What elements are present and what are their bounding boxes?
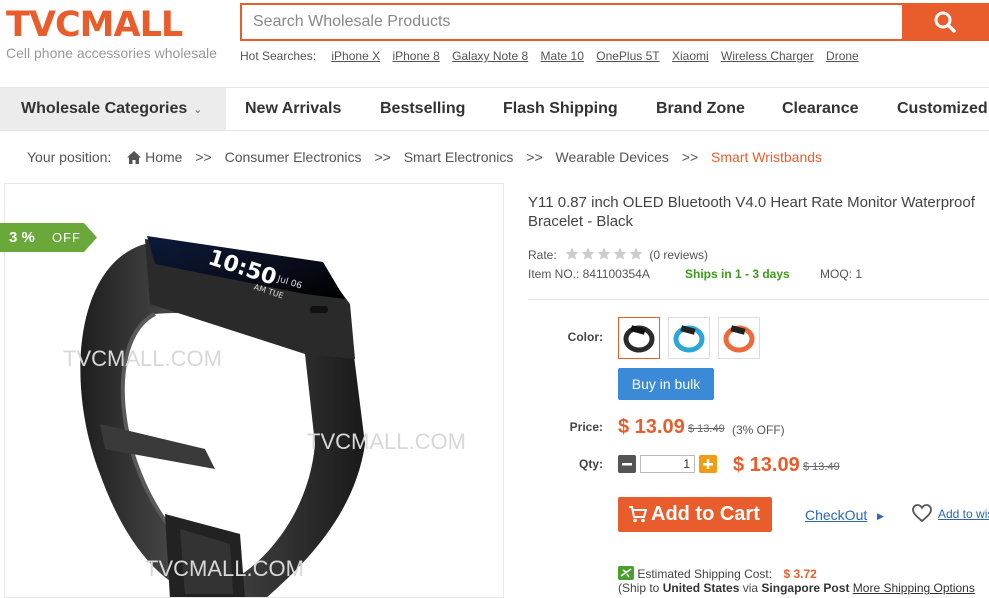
qty-input[interactable] bbox=[640, 455, 695, 473]
qty-decrease-button[interactable] bbox=[618, 455, 636, 473]
color-label: Color: bbox=[567, 330, 603, 344]
breadcrumb-separator: >> bbox=[526, 149, 543, 165]
shipping-cost: $ 3.72 bbox=[783, 567, 817, 581]
search-input[interactable] bbox=[242, 5, 904, 39]
breadcrumb-item[interactable]: Wearable Devices bbox=[556, 149, 669, 165]
product-title: Y11 0.87 inch OLED Bluetooth V4.0 Heart … bbox=[528, 194, 975, 230]
color-swatch-black[interactable] bbox=[618, 317, 660, 359]
item-number: Item NO.: 841100354A bbox=[528, 267, 650, 281]
minus-icon bbox=[622, 463, 632, 466]
band-thumb-icon bbox=[623, 325, 655, 353]
logo-text: TVCMALL bbox=[6, 5, 183, 45]
divider bbox=[528, 299, 989, 300]
plus-icon bbox=[703, 459, 713, 469]
breadcrumb-item[interactable]: Smart Electronics bbox=[404, 149, 514, 165]
hot-searches-label: Hot Searches: bbox=[240, 49, 317, 63]
breadcrumb: Your position: Home >> Consumer Electron… bbox=[27, 149, 822, 165]
discount-badge: 3 % OFF bbox=[0, 223, 97, 252]
badge-off: OFF bbox=[52, 230, 81, 245]
nav-brand-zone[interactable]: Brand Zone bbox=[656, 88, 745, 130]
hot-search-link[interactable]: OnePlus 5T bbox=[596, 49, 659, 63]
checkout-link[interactable]: CheckOut bbox=[805, 507, 867, 523]
logo-tagline: Cell phone accessories wholesale bbox=[6, 45, 217, 61]
hot-searches: Hot Searches: iPhone X iPhone 8 Galaxy N… bbox=[240, 49, 868, 63]
nav-flash-shipping[interactable]: Flash Shipping bbox=[503, 88, 618, 130]
breadcrumb-home[interactable]: Home bbox=[145, 149, 182, 165]
ship-to-country[interactable]: United States bbox=[663, 581, 740, 595]
search-bar bbox=[240, 3, 989, 41]
chevron-down-icon: ⌄ bbox=[193, 104, 203, 116]
band-thumb-icon bbox=[673, 325, 705, 353]
watermark-text: TVCMALL.COM bbox=[63, 346, 222, 371]
star-icon bbox=[629, 247, 643, 260]
home-icon bbox=[127, 151, 142, 164]
breadcrumb-separator: >> bbox=[681, 149, 699, 165]
review-count[interactable]: (0 reviews) bbox=[649, 248, 708, 262]
search-icon bbox=[934, 11, 956, 33]
add-to-wishlist-link[interactable]: Add to wishlist bbox=[938, 507, 989, 521]
more-shipping-options-link[interactable]: More Shipping Options bbox=[853, 581, 975, 595]
ship-to-row: (Ship to United States via Singapore Pos… bbox=[618, 581, 975, 595]
breadcrumb-separator: >> bbox=[195, 149, 212, 165]
heart-icon[interactable] bbox=[912, 504, 932, 522]
ship-via: via bbox=[742, 581, 759, 595]
ships-time: Ships in 1 - 3 days bbox=[685, 267, 790, 281]
buy-in-bulk-button[interactable]: Buy in bulk bbox=[618, 368, 714, 400]
hot-search-link[interactable]: Xiaomi bbox=[672, 49, 709, 63]
watermark-text: TVCMALL.COM bbox=[145, 556, 304, 581]
price-label: Price: bbox=[569, 420, 603, 434]
old-price: $ 13.49 bbox=[688, 423, 725, 435]
ship-method: Singapore Post bbox=[761, 581, 850, 595]
arrow-right-icon: ▶ bbox=[877, 511, 884, 521]
star-rating[interactable] bbox=[565, 247, 643, 261]
hot-search-link[interactable]: Drone bbox=[826, 49, 859, 63]
breadcrumb-label: Your position: bbox=[27, 149, 112, 165]
breadcrumb-item[interactable]: Consumer Electronics bbox=[225, 149, 362, 165]
hot-search-link[interactable]: iPhone 8 bbox=[392, 49, 439, 63]
band-thumb-icon bbox=[723, 325, 755, 353]
star-icon bbox=[581, 247, 595, 260]
nav-bestselling[interactable]: Bestselling bbox=[380, 88, 465, 130]
nav-new-arrivals[interactable]: New Arrivals bbox=[245, 88, 341, 130]
breadcrumb-current: Smart Wristbands bbox=[711, 149, 823, 165]
qty-total-price: $ 13.09 bbox=[733, 454, 800, 476]
hot-search-link[interactable]: Wireless Charger bbox=[721, 49, 814, 63]
hot-search-link[interactable]: iPhone X bbox=[331, 49, 380, 63]
main-nav: Wholesale Categories ⌄ New Arrivals Bests… bbox=[0, 87, 989, 131]
qty-increase-button[interactable] bbox=[699, 455, 717, 473]
nav-wholesale-categories[interactable]: Wholesale Categories ⌄ bbox=[0, 88, 226, 130]
hot-search-link[interactable]: Galaxy Note 8 bbox=[452, 49, 528, 63]
badge-percent: 3 % bbox=[9, 229, 35, 246]
nav-clearance[interactable]: Clearance bbox=[782, 88, 859, 130]
price: $ 13.09 bbox=[618, 416, 685, 438]
star-icon bbox=[613, 247, 627, 260]
qty-old-price: $ 13.49 bbox=[803, 461, 840, 473]
qty-label: Qty: bbox=[579, 457, 603, 471]
nav-categories-label: Wholesale Categories bbox=[21, 100, 188, 117]
hot-search-link[interactable]: Mate 10 bbox=[541, 49, 584, 63]
breadcrumb-separator: >> bbox=[374, 149, 391, 165]
rate-label: Rate: bbox=[528, 248, 557, 262]
star-icon bbox=[597, 247, 611, 260]
moq: MOQ: 1 bbox=[820, 267, 863, 281]
rating-row: Rate: (0 reviews) bbox=[528, 247, 708, 262]
star-icon bbox=[565, 247, 579, 260]
add-to-cart-button[interactable]: Add to Cart bbox=[618, 497, 772, 532]
cart-icon bbox=[629, 506, 647, 523]
plane-icon bbox=[618, 566, 634, 580]
color-swatch-orange[interactable] bbox=[718, 317, 760, 359]
ship-to-prefix: (Ship to bbox=[618, 581, 660, 595]
nav-customized[interactable]: Customized bbox=[897, 88, 988, 130]
watermark-text: TVCMALL.COM bbox=[307, 429, 466, 454]
color-swatch-blue[interactable] bbox=[668, 317, 710, 359]
tvcmall-logo[interactable]: TVCMALL Cell phone accessories wholesale bbox=[6, 4, 217, 60]
search-button[interactable] bbox=[902, 5, 987, 39]
shipping-label: Estimated Shipping Cost: bbox=[637, 567, 773, 581]
shipping-cost-row: Estimated Shipping Cost: $ 3.72 bbox=[618, 566, 817, 581]
add-to-cart-label: Add to Cart bbox=[651, 503, 760, 525]
discount-text: (3% OFF) bbox=[732, 423, 785, 437]
